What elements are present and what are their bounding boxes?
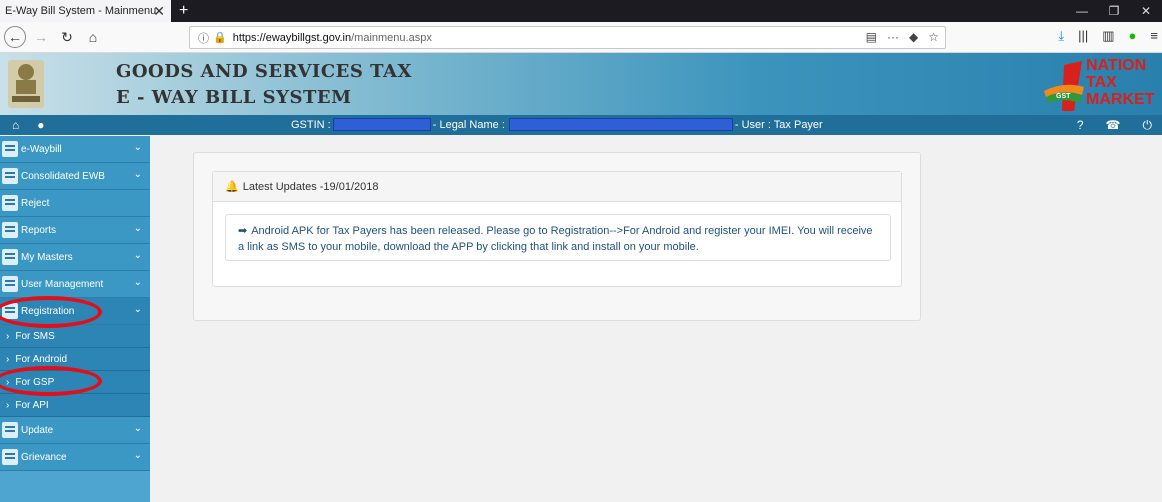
tab-title: E-Way Bill System - Mainmenu bbox=[5, 5, 157, 17]
sidebar-toggle-icon[interactable]: ▥ bbox=[1102, 28, 1114, 44]
gstin-redacted bbox=[332, 118, 431, 131]
minimize-button[interactable]: — bbox=[1066, 0, 1098, 22]
site-header: GOODS AND SERVICES TAX E - WAY BILL SYST… bbox=[0, 53, 1162, 115]
library-icon[interactable]: ||| bbox=[1078, 28, 1088, 44]
forward-arrow-icon[interactable]: → bbox=[30, 26, 52, 48]
gst-badge: GST bbox=[1056, 93, 1071, 100]
user-type-label: - User : Tax Payer bbox=[734, 118, 823, 131]
update-message-box: ➡ Android APK for Tax Payers has been rel… bbox=[225, 214, 891, 261]
pocket-icon[interactable]: ◆ bbox=[909, 30, 918, 44]
sidebar-item-grievance[interactable]: Grievance ⌄ bbox=[0, 444, 150, 471]
user-info-bar: ⌂ ● GSTIN : - Legal Name : - User : Tax … bbox=[0, 115, 1162, 135]
help-icon[interactable]: ? bbox=[1077, 118, 1084, 133]
home-icon[interactable]: ⌂ bbox=[12, 118, 19, 132]
consolidated-ewb-icon bbox=[2, 168, 18, 184]
logo-text: NATION TAX MARKET bbox=[1086, 57, 1155, 108]
sidebar-item-update[interactable]: Update ⌄ bbox=[0, 417, 150, 444]
bell-icon: 🔔 bbox=[225, 181, 239, 193]
menu-icon[interactable]: ≡ bbox=[1150, 28, 1158, 44]
update-icon bbox=[2, 422, 18, 438]
chevron-down-icon: ⌄ bbox=[133, 223, 142, 234]
chevron-down-icon: ⌄ bbox=[133, 423, 142, 434]
latest-updates-header: 🔔 Latest Updates -19/01/2018 bbox=[213, 172, 901, 202]
url-bar[interactable]: ⓘ 🔒 https://ewaybillgst.gov.in/mainmenu.… bbox=[189, 26, 946, 49]
shield-icon[interactable]: ● bbox=[1129, 28, 1137, 44]
my-masters-icon bbox=[2, 249, 18, 265]
restore-button[interactable]: ❐ bbox=[1098, 0, 1130, 22]
gstin-label: GSTIN : bbox=[291, 118, 331, 131]
sidebar-item-user-management[interactable]: User Management ⌄ bbox=[0, 271, 150, 298]
page-actions-icon[interactable]: ··· bbox=[887, 30, 899, 44]
sidebar-item-reject[interactable]: Reject bbox=[0, 190, 150, 217]
chevron-down-icon: ⌄ bbox=[133, 450, 142, 461]
sidebar-item-reports[interactable]: Reports ⌄ bbox=[0, 217, 150, 244]
content-card: 🔔 Latest Updates -19/01/2018 ➡ Android AP… bbox=[193, 152, 921, 321]
chevron-right-icon: › bbox=[6, 330, 10, 342]
new-tab-button[interactable]: + bbox=[179, 2, 188, 20]
nation-tax-market-logo: GST NATION TAX MARKET bbox=[1044, 57, 1156, 113]
info-icon[interactable]: ⓘ bbox=[198, 30, 209, 46]
chevron-right-icon: › bbox=[6, 399, 10, 411]
sidebar-item-e-waybill[interactable]: e-Waybill ⌄ bbox=[0, 136, 150, 163]
download-icon[interactable]: ⤓ bbox=[1058, 28, 1064, 44]
browser-tab[interactable]: E-Way Bill System - Mainmenu ✕ bbox=[0, 0, 171, 22]
close-window-button[interactable]: ✕ bbox=[1130, 0, 1162, 22]
legal-name-label: - Legal Name : bbox=[432, 118, 505, 131]
chevron-right-icon: › bbox=[6, 353, 10, 365]
reject-icon bbox=[2, 195, 18, 211]
main-area: e-Waybill ⌄ Consolidated EWB ⌄ Reject Re… bbox=[0, 136, 1162, 502]
url-text: https://ewaybillgst.gov.in/mainmenu.aspx bbox=[232, 31, 432, 44]
window-controls: — ❐ ✕ bbox=[1066, 0, 1162, 22]
user-details: GSTIN : - Legal Name : - User : Tax Paye… bbox=[291, 118, 823, 131]
back-arrow-icon[interactable]: ← bbox=[4, 26, 26, 48]
e-waybill-icon bbox=[2, 141, 18, 157]
arrow-right-icon: ➡ bbox=[238, 225, 248, 237]
reload-icon[interactable]: ↻ bbox=[56, 26, 78, 48]
chevron-down-icon: ⌄ bbox=[133, 304, 142, 315]
logout-power-icon[interactable]: ⏻ bbox=[1143, 118, 1153, 133]
chevron-down-icon: ⌄ bbox=[133, 250, 142, 261]
latest-updates-panel: 🔔 Latest Updates -19/01/2018 ➡ Android AP… bbox=[212, 171, 902, 287]
national-emblem-icon bbox=[4, 57, 48, 111]
chevron-down-icon: ⌄ bbox=[133, 169, 142, 180]
chevron-down-icon: ⌄ bbox=[133, 277, 142, 288]
site-title-line2: E - WAY BILL SYSTEM bbox=[116, 87, 352, 108]
tab-close-icon[interactable]: ✕ bbox=[153, 3, 165, 20]
sidebar-subitem-for-api[interactable]: › For API bbox=[0, 394, 150, 417]
reports-icon bbox=[2, 222, 18, 238]
grievance-icon bbox=[2, 449, 18, 465]
reader-view-icon[interactable]: ▤ bbox=[866, 30, 877, 44]
browser-tab-bar: E-Way Bill System - Mainmenu ✕ + — ❐ ✕ bbox=[0, 0, 1162, 22]
home-icon[interactable]: ⌂ bbox=[82, 26, 104, 48]
sidebar-subitem-for-sms[interactable]: › For SMS bbox=[0, 325, 150, 348]
legal-name-redacted bbox=[508, 118, 733, 131]
user-profile-icon[interactable]: ● bbox=[37, 118, 44, 132]
phone-icon[interactable]: ☎ bbox=[1106, 118, 1121, 133]
browser-nav-bar: ← → ↻ ⌂ ⓘ 🔒 https://ewaybillgst.gov.in/m… bbox=[0, 22, 1162, 53]
update-message[interactable]: Android APK for Tax Payers has been rele… bbox=[238, 225, 873, 253]
site-title: GOODS AND SERVICES TAX E - WAY BILL SYST… bbox=[116, 59, 412, 111]
bookmark-star-icon[interactable]: ☆ bbox=[928, 30, 939, 44]
chevron-down-icon: ⌄ bbox=[133, 142, 142, 153]
site-title-line1: GOODS AND SERVICES TAX bbox=[116, 61, 412, 82]
sidebar-item-consolidated-ewb[interactable]: Consolidated EWB ⌄ bbox=[0, 163, 150, 190]
user-management-icon bbox=[2, 276, 18, 292]
insecure-lock-icon[interactable]: 🔒 bbox=[213, 31, 227, 44]
latest-updates-title: Latest Updates -19/01/2018 bbox=[242, 180, 379, 193]
sidebar-item-my-masters[interactable]: My Masters ⌄ bbox=[0, 244, 150, 271]
sidebar-menu: e-Waybill ⌄ Consolidated EWB ⌄ Reject Re… bbox=[0, 136, 150, 502]
